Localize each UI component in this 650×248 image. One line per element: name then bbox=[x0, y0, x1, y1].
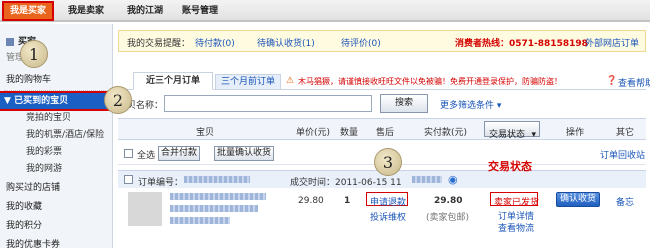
security-warning: 木马猖獗，请谨慎接收旺旺文件以免被骗！免费开通登录保护，防骗防盗！ bbox=[298, 77, 562, 86]
col-qty: 数量 bbox=[340, 128, 359, 138]
col-other: 其它 bbox=[616, 128, 635, 138]
tab-older-orders[interactable]: 三个月前订单 bbox=[215, 74, 281, 90]
sidebar-item-cart[interactable]: 我的购物车 bbox=[0, 72, 113, 88]
expand-arrow-icon: ▼ bbox=[4, 96, 15, 106]
col-item: 宝贝 bbox=[196, 128, 215, 138]
sidebar-item-travel[interactable]: 我的机票/酒店/保险 bbox=[0, 127, 113, 143]
col-price: 单价(元) bbox=[296, 128, 331, 138]
item-title-blurred[interactable] bbox=[170, 192, 266, 202]
sidebar-item-purchased[interactable]: ▼ 已买到的宝贝 bbox=[0, 91, 115, 111]
order-row: 29.80 1 申请退款 投诉维权 29.80 (卖家包邮) 卖家已发货 订单详… bbox=[118, 188, 646, 248]
sidebar-item-shops[interactable]: 购买过的店铺 bbox=[0, 180, 113, 196]
item-name-input[interactable] bbox=[164, 95, 372, 112]
pending-payment-link[interactable]: 待付款(0) bbox=[195, 36, 235, 49]
select-all-label: 全选 bbox=[137, 151, 156, 161]
select-all-checkbox[interactable] bbox=[124, 149, 133, 158]
logistics-link[interactable]: 查看物流 bbox=[498, 221, 534, 234]
hotline-text: 消费者热线：0571-88158198 bbox=[455, 39, 588, 49]
memo-link[interactable]: 备忘 bbox=[616, 195, 634, 208]
table-header: 宝贝 单价(元) 数量 售后 实付款(元) 交易状态 ▾ 操作 其它 bbox=[118, 118, 646, 140]
pending-review-link[interactable]: 待评价(0) bbox=[341, 36, 381, 49]
order-tabs: 近三个月订单 三个月前订单 ⚠ 木马猖獗，请谨慎接收旺旺文件以免被骗！免费开通登… bbox=[118, 70, 650, 90]
tab-seller[interactable]: 我是卖家 bbox=[68, 3, 104, 19]
order-time: 成交时间：2011-06-15 11 bbox=[290, 178, 402, 188]
col-aftersale: 售后 bbox=[376, 128, 395, 138]
wangwang-icon[interactable]: ◉ bbox=[448, 173, 458, 186]
trade-status-annotation: 交易状态 bbox=[488, 160, 532, 173]
help-icon: ❓ bbox=[606, 76, 618, 86]
quantity: 1 bbox=[344, 196, 351, 206]
seller-name-blurred bbox=[412, 175, 442, 185]
step-badge-1: 1 bbox=[20, 40, 48, 68]
sidebar-item-points[interactable]: 我的积分 bbox=[0, 218, 113, 234]
request-refund-link[interactable]: 申请退款 bbox=[370, 195, 406, 208]
sidebar-group-subtitle: 管理 bbox=[6, 53, 25, 63]
col-paid: 实付款(元) bbox=[424, 128, 468, 138]
reminder-label: 我的交易提醒： bbox=[127, 39, 191, 49]
sidebar-item-auction[interactable]: 竞拍的宝贝 bbox=[0, 110, 113, 126]
tab-recent-orders[interactable]: 近三个月订单 bbox=[133, 72, 213, 90]
order-number-blurred bbox=[184, 175, 250, 185]
external-orders-link[interactable]: 外部网店订单 bbox=[585, 36, 639, 49]
help-link[interactable]: 查看帮助 bbox=[618, 76, 650, 89]
trade-status: 卖家已发货 bbox=[494, 198, 540, 208]
sidebar-item-favorites[interactable]: 我的收藏 bbox=[0, 199, 113, 215]
recycle-bin-link[interactable]: 订单回收站 bbox=[600, 148, 645, 161]
confirm-receipt-button[interactable]: 确认收货 bbox=[556, 192, 600, 207]
merge-pay-button[interactable]: 合并付款 bbox=[158, 146, 200, 161]
trade-reminder-bar: 我的交易提醒： 待付款(0) 待确认收货(1) 待评价(0) 消费者热线：057… bbox=[118, 30, 646, 52]
collapse-icon[interactable] bbox=[6, 37, 14, 46]
step-badge-3: 3 bbox=[374, 148, 402, 176]
more-filters-link[interactable]: 更多筛选条件 ▾ bbox=[440, 98, 501, 111]
sidebar-item-games[interactable]: 我的网游 bbox=[0, 161, 113, 177]
sidebar-item-coupons[interactable]: 我的优惠卡券 bbox=[0, 237, 113, 248]
sidebar: 买家 管理 我的购物车 ▼ 已买到的宝贝 竞拍的宝贝 我的机票/酒店/保险 我的… bbox=[0, 24, 115, 248]
free-shipping-note: (卖家包邮) bbox=[426, 213, 470, 223]
dropdown-arrow-icon: ▾ bbox=[531, 130, 536, 140]
sidebar-divider bbox=[4, 90, 108, 91]
paid-amount: 29.80 bbox=[434, 196, 463, 206]
item-spec-blurred bbox=[170, 216, 230, 226]
tab-account[interactable]: 账号管理 bbox=[182, 3, 218, 19]
unit-price: 29.80 bbox=[298, 196, 324, 206]
warning-icon: ⚠ bbox=[286, 76, 295, 86]
batch-confirm-button[interactable]: 批量确认收货 bbox=[214, 146, 274, 161]
item-title-blurred-2[interactable] bbox=[170, 204, 258, 214]
step-badge-2: 2 bbox=[104, 86, 132, 114]
search-button[interactable]: 搜索 bbox=[380, 94, 428, 113]
col-op: 操作 bbox=[566, 128, 585, 138]
sidebar-item-lottery[interactable]: 我的彩票 bbox=[0, 144, 113, 160]
item-thumbnail[interactable] bbox=[128, 192, 162, 226]
order-checkbox[interactable] bbox=[124, 175, 133, 184]
complaint-link[interactable]: 投诉维权 bbox=[370, 210, 406, 223]
pending-receipt-link[interactable]: 待确认收货(1) bbox=[257, 36, 315, 49]
main-content: 我的交易提醒： 待付款(0) 待确认收货(1) 待评价(0) 消费者热线：057… bbox=[118, 30, 650, 248]
status-filter-select[interactable]: 交易状态 ▾ bbox=[484, 121, 540, 140]
search-bar: 宝贝名称： 搜索 更多筛选条件 ▾ bbox=[118, 94, 646, 114]
tab-community[interactable]: 我的江湖 bbox=[127, 3, 163, 19]
top-nav: 我是买家 我是卖家 我的江湖 账号管理 bbox=[0, 0, 650, 22]
tab-buyer[interactable]: 我是买家 bbox=[2, 1, 54, 21]
sidebar-group-title: 买家 bbox=[0, 34, 113, 50]
order-number-label: 订单编号： bbox=[138, 178, 184, 188]
